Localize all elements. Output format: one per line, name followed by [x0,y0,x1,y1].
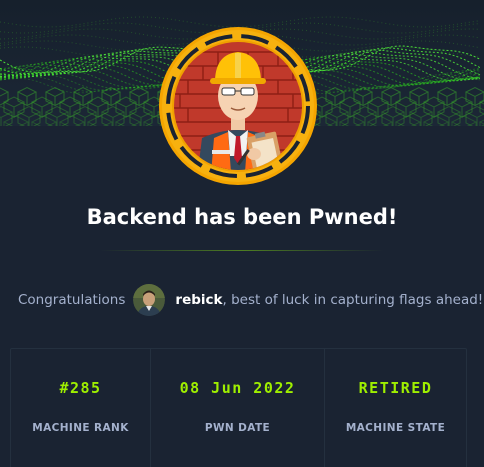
stat-machine-rank: #285 MACHINE RANK [11,349,151,467]
machine-rank-value: #285 [59,379,102,397]
congratulations-suffix: , best of luck in capturing flags ahead! [222,292,484,308]
divider [100,250,384,251]
machine-state-value: RETIRED [358,379,433,397]
pwned-title: Backend has been Pwned! [86,205,398,229]
pwn-date-label: PWN DATE [204,422,271,434]
pwn-date-value: 08 Jun 2022 [179,379,296,397]
machine-state-label: MACHINE STATE [345,422,446,434]
username-link[interactable]: rebick [175,292,222,308]
machine-avatar [158,26,318,186]
construction-worker-avatar-icon [159,27,317,185]
congratulations-message: Congratulations rebick , best of luck in… [18,284,483,316]
congratulations-label: Congratulations [18,292,126,308]
machine-rank-label: MACHINE RANK [32,422,129,434]
machine-stats: #285 MACHINE RANK 08 Jun 2022 PWN DATE R… [10,348,467,467]
stat-pwn-date: 08 Jun 2022 PWN DATE [151,349,325,467]
stat-machine-state: RETIRED MACHINE STATE [325,349,466,467]
user-avatar-icon[interactable] [133,284,166,316]
